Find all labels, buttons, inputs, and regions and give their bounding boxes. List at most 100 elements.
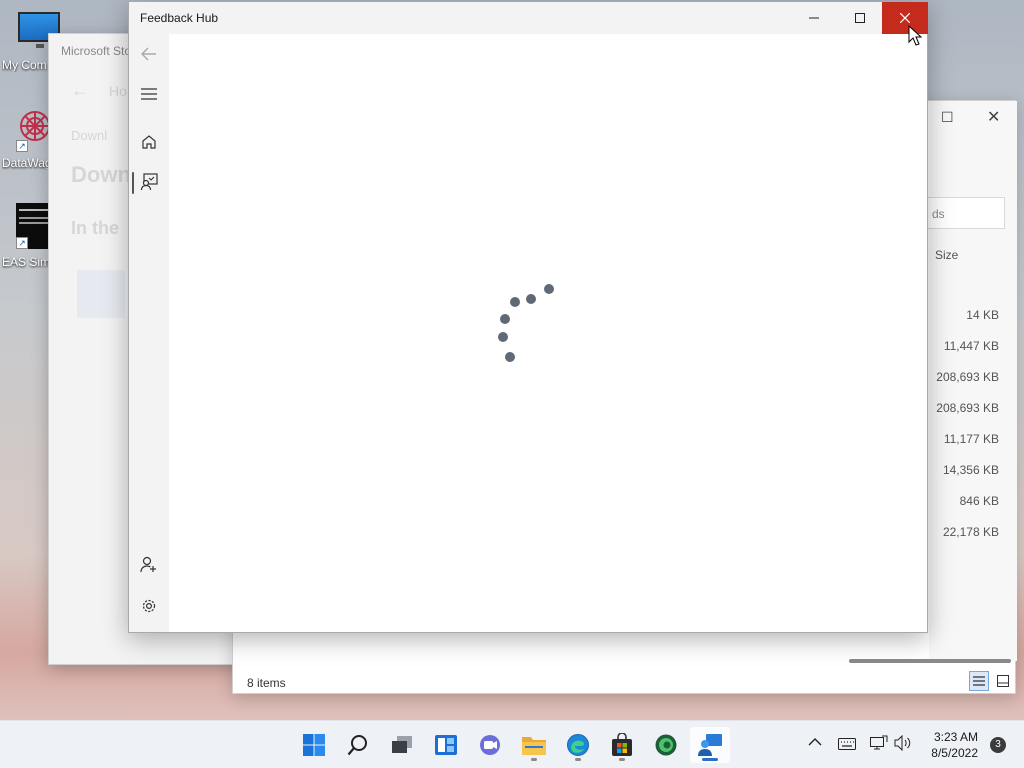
thumbnail-view-button[interactable] xyxy=(993,671,1013,691)
title-bar[interactable]: Feedback Hub xyxy=(129,2,928,34)
volume-button[interactable] xyxy=(894,734,912,756)
widgets-button[interactable] xyxy=(426,727,466,763)
file-size: 11,177 KB xyxy=(943,432,999,446)
store-breadcrumb: Downl xyxy=(71,128,108,143)
spinner-dot xyxy=(498,332,508,342)
edge-beta-icon xyxy=(655,734,677,756)
chevron-up-icon xyxy=(808,738,822,746)
clock[interactable]: 3:23 AM 8/5/2022 xyxy=(931,729,978,761)
edge-taskbar-button[interactable] xyxy=(558,727,598,763)
network-icon xyxy=(870,735,888,750)
running-indicator xyxy=(575,758,581,761)
taskbar: 3:23 AM 8/5/2022 3 xyxy=(0,720,1024,768)
details-view-button[interactable] xyxy=(969,671,989,691)
search-input[interactable]: ds xyxy=(927,197,1005,229)
account-button[interactable] xyxy=(135,551,163,579)
edge-icon xyxy=(567,734,589,756)
home-icon xyxy=(142,135,156,149)
spinner-dot xyxy=(505,352,515,362)
home-nav-button[interactable] xyxy=(135,128,163,156)
store-heading: Down xyxy=(71,162,131,187)
maximize-button[interactable]: ☐ xyxy=(941,109,954,126)
desktop-icon-label: My Com xyxy=(2,58,47,72)
shortcut-arrow-icon: ↗ xyxy=(16,140,28,152)
store-icon xyxy=(612,733,632,756)
feedback-hub-window[interactable]: Feedback Hub xyxy=(128,1,928,633)
store-window-title: Microsoft Sto xyxy=(61,44,132,58)
file-size: 22,178 KB xyxy=(942,525,999,539)
selection-indicator xyxy=(132,172,134,194)
clock-date: 8/5/2022 xyxy=(931,746,978,760)
loading-spinner xyxy=(169,34,927,632)
minimize-icon xyxy=(809,17,819,19)
file-explorer-icon xyxy=(522,737,546,755)
show-hidden-icons-button[interactable] xyxy=(808,734,822,750)
start-icon xyxy=(303,734,325,756)
edge-beta-taskbar-button[interactable] xyxy=(646,727,686,763)
widgets-icon xyxy=(435,735,457,755)
search-icon xyxy=(347,735,367,756)
desktop-icon-label: EAS Simu xyxy=(2,255,48,269)
file-size: 14,356 KB xyxy=(942,463,999,477)
touch-keyboard-button[interactable] xyxy=(838,737,856,755)
file-explorer-taskbar-button[interactable] xyxy=(514,727,554,763)
start-button[interactable] xyxy=(294,727,334,763)
desktop-icon-datawag[interactable]: ↗ DataWag xyxy=(2,106,52,172)
shortcut-arrow-icon: ↗ xyxy=(16,237,28,249)
spinner-dot xyxy=(510,297,520,307)
minimize-button[interactable] xyxy=(791,2,837,34)
maximize-button[interactable] xyxy=(837,2,883,34)
file-size: 846 KB xyxy=(959,494,999,508)
tiles-view-icon xyxy=(997,675,1009,687)
back-arrow-icon xyxy=(141,47,156,61)
size-column-header[interactable]: Size xyxy=(935,248,958,262)
desktop-icon-eas-simulator[interactable]: ↗ EAS Simu xyxy=(2,203,52,269)
gear-icon xyxy=(142,599,156,613)
close-button[interactable]: ✕ xyxy=(987,107,1000,127)
app-thumbnail[interactable] xyxy=(77,270,125,318)
window-title: Feedback Hub xyxy=(140,11,219,25)
running-indicator xyxy=(531,758,537,761)
file-size: 208,693 KB xyxy=(936,401,999,415)
item-count: 8 items xyxy=(247,676,286,690)
close-icon xyxy=(900,13,910,23)
store-taskbar-button[interactable] xyxy=(602,727,642,763)
settings-button[interactable] xyxy=(135,592,163,620)
horizontal-scrollbar[interactable] xyxy=(849,659,1011,663)
chat-button[interactable] xyxy=(470,727,510,763)
spinner-dot xyxy=(526,294,536,304)
running-indicator xyxy=(619,758,625,761)
back-button[interactable] xyxy=(135,40,163,68)
content-area xyxy=(169,34,927,632)
add-user-icon xyxy=(140,556,156,573)
mouse-cursor-icon xyxy=(908,25,922,46)
desktop-icon-label: DataWag xyxy=(2,156,48,170)
keyboard-icon xyxy=(838,738,856,750)
back-arrow-icon[interactable]: ← xyxy=(71,80,89,101)
monitor-stand xyxy=(36,44,44,48)
maximize-icon xyxy=(855,13,865,23)
file-size: 208,693 KB xyxy=(936,370,999,384)
search-button[interactable] xyxy=(338,727,378,763)
file-size: 11,447 KB xyxy=(943,339,999,353)
feedback-hub-taskbar-button[interactable] xyxy=(690,727,730,763)
teams-chat-icon xyxy=(480,735,500,755)
desktop-icon-my-computer[interactable]: My Com xyxy=(2,10,60,72)
network-button[interactable] xyxy=(870,735,888,756)
active-indicator xyxy=(702,758,718,761)
clock-time: 3:23 AM xyxy=(933,730,978,744)
feedback-icon xyxy=(140,173,158,191)
spinner-dot xyxy=(500,314,510,324)
feedback-nav-button[interactable] xyxy=(135,168,163,196)
spinner-dot xyxy=(544,284,554,294)
navigation-pane xyxy=(129,34,169,632)
task-view-button[interactable] xyxy=(382,727,422,763)
file-size: 14 KB xyxy=(966,308,999,322)
list-view-icon xyxy=(973,676,985,686)
notification-badge[interactable]: 3 xyxy=(990,737,1006,753)
speaker-icon xyxy=(894,734,911,752)
task-view-icon xyxy=(392,736,412,753)
feedback-hub-icon xyxy=(698,734,722,756)
store-nav-home[interactable]: Ho xyxy=(109,83,127,99)
menu-button[interactable] xyxy=(135,80,163,108)
